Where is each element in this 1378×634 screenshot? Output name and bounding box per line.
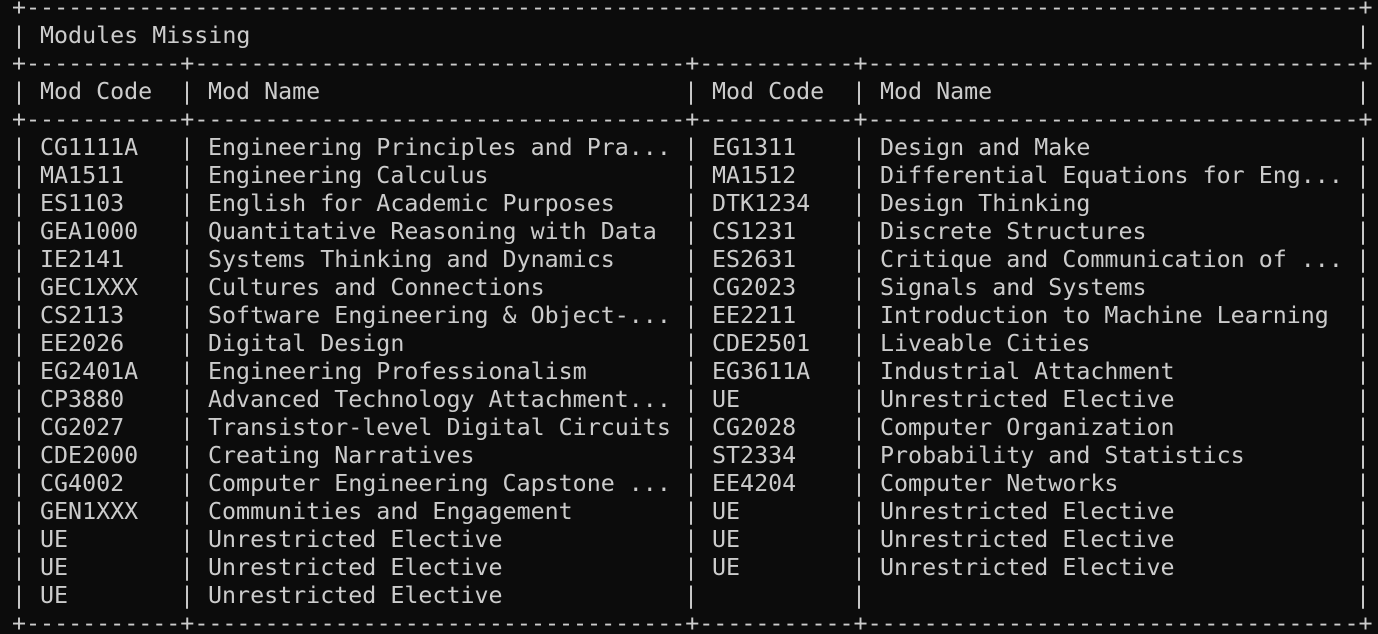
cell-mod-code-right: CS1231: [712, 218, 797, 245]
cell-mod-code-right: CDE2501: [712, 330, 811, 357]
cell-mod-name-right: Design and Make: [880, 134, 1091, 161]
cell-mod-name-right: Unrestricted Elective: [880, 554, 1175, 581]
table-row: | MA1511 | Engineering Calculus | MA1512 | Diff…: [12, 162, 1371, 189]
table-border-top: +---------------------------------------…: [12, 0, 1373, 21]
cell-mod-code-right: CG2023: [712, 274, 797, 301]
cell-mod-name-right: Computer Organization: [880, 414, 1175, 441]
header-mod-code-left: Mod Code: [40, 78, 153, 105]
cell-mod-code-right: ES2631: [712, 246, 797, 273]
cell-mod-name-right: Differential Equations for Eng...: [880, 162, 1343, 189]
cell-mod-name-left: Quantitative Reasoning with Data: [208, 218, 657, 245]
table-border-bottom: +-----------+---------------------------…: [12, 610, 1373, 634]
cell-mod-name-left: Engineering Principles and Pra...: [208, 134, 671, 161]
cell-mod-name-left: Creating Narratives: [208, 442, 475, 469]
cell-mod-name-right: Signals and Systems: [880, 274, 1147, 301]
cell-mod-code-right: UE: [712, 526, 741, 553]
cell-mod-name-left: Unrestricted Elective: [208, 582, 503, 609]
cell-mod-code-right: DTK1234: [712, 190, 811, 217]
table-row: | CP3880 | Advanced Technology Attachment..…: [12, 386, 1371, 413]
cell-mod-name-left: Advanced Technology Attachment...: [208, 386, 671, 413]
cell-mod-name-right: Liveable Cities: [880, 330, 1091, 357]
cell-mod-code-left: MA1511: [40, 162, 125, 189]
cell-mod-name-left: English for Academic Purposes: [208, 190, 615, 217]
cell-mod-code-left: GEC1XXX: [40, 274, 139, 301]
cell-mod-code-left: UE: [40, 554, 69, 581]
cell-mod-name-right: Computer Networks: [880, 470, 1119, 497]
cell-mod-name-left: Engineering Calculus: [208, 162, 489, 189]
cell-mod-name-left: Software Engineering & Object-...: [208, 302, 671, 329]
cell-mod-code-right: EG3611A: [712, 358, 811, 385]
cell-mod-code-right: EE4204: [712, 470, 797, 497]
cell-mod-code-right: ST2334: [712, 442, 797, 469]
cell-mod-name-right: Critique and Communication of ...: [880, 246, 1343, 273]
cell-mod-code-left: IE2141: [40, 246, 125, 273]
cell-mod-code-left: CP3880: [40, 386, 125, 413]
cell-mod-name-right: Unrestricted Elective: [880, 526, 1175, 553]
table-row: | CS2113 | Software Engineering & Object-..…: [12, 302, 1371, 329]
header-mod-name-left: Mod Name: [208, 78, 321, 105]
cell-mod-name-left: Unrestricted Elective: [208, 554, 503, 581]
cell-mod-name-left: Transistor-level Digital Circuits: [208, 414, 671, 441]
table-row: | CG1111A | Engineering Principles and Pra.…: [12, 134, 1371, 161]
table-row: | GEC1XXX | Cultures and Connections | CG2023…: [12, 274, 1371, 301]
cell-mod-code-left: ES1103: [40, 190, 125, 217]
table-row: | EG2401A | Engineering Professionalism | EG3…: [12, 358, 1371, 385]
table-row: | GEA1000 | Quantitative Reasoning with Dat…: [12, 218, 1371, 245]
cell-mod-code-right: UE: [712, 554, 741, 581]
cell-mod-code-left: CS2113: [40, 302, 125, 329]
table-header-row: | Mod Code | Mod Name | Mod Code | Mod Name |: [12, 78, 1371, 105]
cell-mod-code-left: UE: [40, 526, 69, 553]
header-mod-code-right: Mod Code: [712, 78, 825, 105]
table-row: | UE | Unrestricted Elective | UE | Unrestricte…: [12, 554, 1371, 581]
cell-mod-name-left: Computer Engineering Capstone ...: [208, 470, 671, 497]
table-row: | CG2027 | Transistor-level Digital Circuit…: [12, 414, 1371, 441]
cell-mod-code-left: CG4002: [40, 470, 125, 497]
cell-mod-name-right: Unrestricted Elective: [880, 386, 1175, 413]
cell-mod-name-right: Discrete Structures: [880, 218, 1147, 245]
cell-mod-code-right: UE: [712, 498, 741, 525]
cell-mod-name-right: Probability and Statistics: [880, 442, 1245, 469]
cell-mod-code-right: EG1311: [712, 134, 797, 161]
cell-mod-name-left: Communities and Engagement: [208, 498, 573, 525]
cell-mod-name-left: Systems Thinking and Dynamics: [208, 246, 615, 273]
cell-mod-code-left: CDE2000: [40, 442, 139, 469]
cell-mod-name-left: Digital Design: [208, 330, 405, 357]
terminal-window: +---------------------------------------…: [0, 0, 1378, 634]
table-title: Modules Missing: [40, 22, 251, 49]
cell-mod-name-right: Design Thinking: [880, 190, 1091, 217]
cell-mod-name-left: Engineering Professionalism: [208, 358, 587, 385]
cell-mod-code-left: CG1111A: [40, 134, 139, 161]
cell-mod-code-left: UE: [40, 582, 69, 609]
cell-mod-code-right: MA1512: [712, 162, 797, 189]
table-row: | UE | Unrestricted Elective | | |: [12, 582, 1371, 609]
table-title-row: | Modules Missing |: [12, 22, 1371, 49]
table-row: | EE2026 | Digital Design | CDE2501 | Liveable …: [12, 330, 1371, 357]
cell-mod-code-left: CG2027: [40, 414, 125, 441]
cell-mod-name-left: Unrestricted Elective: [208, 526, 503, 553]
table-row: | UE | Unrestricted Elective | UE | Unrestricte…: [12, 526, 1371, 553]
table-row: | CG4002 | Computer Engineering Capstone ..…: [12, 470, 1371, 497]
cell-mod-code-right: EE2211: [712, 302, 797, 329]
table-row: | GEN1XXX | Communities and Engagement | UE | U…: [12, 498, 1371, 525]
cell-mod-code-left: GEN1XXX: [40, 498, 139, 525]
cell-mod-name-right: Industrial Attachment: [880, 358, 1175, 385]
cell-mod-name-right: Introduction to Machine Learning: [880, 302, 1329, 329]
cell-mod-code-right: CG2028: [712, 414, 797, 441]
table-row: | IE2141 | Systems Thinking and Dynamics | ES…: [12, 246, 1371, 273]
table-border-title: +-----------+---------------------------…: [12, 50, 1373, 77]
cell-mod-name-right: Unrestricted Elective: [880, 498, 1175, 525]
table-row: | CDE2000 | Creating Narratives | ST2334 | Prob…: [12, 442, 1371, 469]
header-mod-name-right: Mod Name: [880, 78, 993, 105]
cell-mod-code-left: EG2401A: [40, 358, 139, 385]
cell-mod-name-left: Cultures and Connections: [208, 274, 545, 301]
cell-mod-code-left: GEA1000: [40, 218, 139, 245]
cell-mod-code-right: UE: [712, 386, 741, 413]
table-border-header: +-----------+---------------------------…: [12, 106, 1373, 133]
table-row: | ES1103 | English for Academic Purposes | DT…: [12, 190, 1371, 217]
cell-mod-code-left: EE2026: [40, 330, 125, 357]
